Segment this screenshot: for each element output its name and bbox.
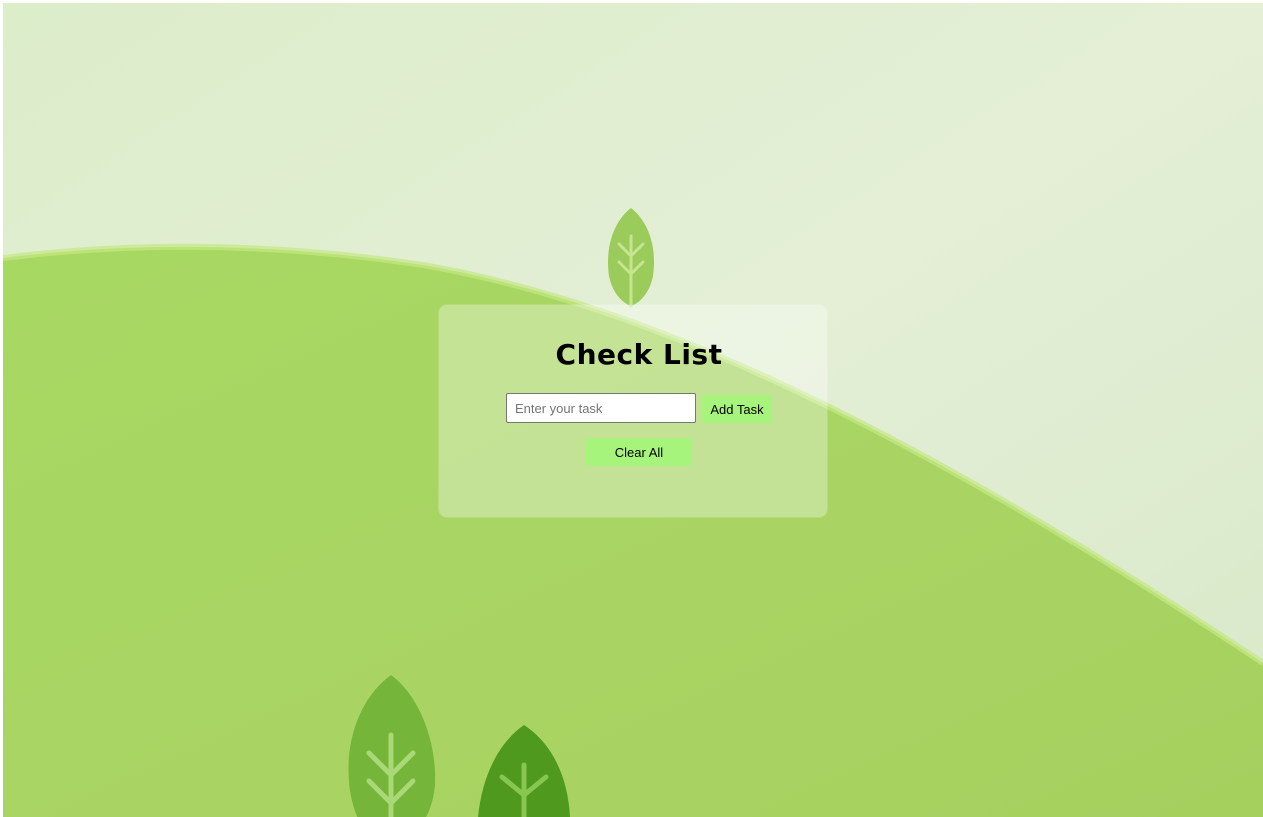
clear-all-button[interactable]: Clear All xyxy=(586,438,692,466)
task-input[interactable] xyxy=(506,393,696,423)
checklist-card: Check List Add Task Clear All xyxy=(439,305,827,517)
page-title: Check List xyxy=(555,338,723,371)
add-task-button[interactable]: Add Task xyxy=(702,395,772,423)
